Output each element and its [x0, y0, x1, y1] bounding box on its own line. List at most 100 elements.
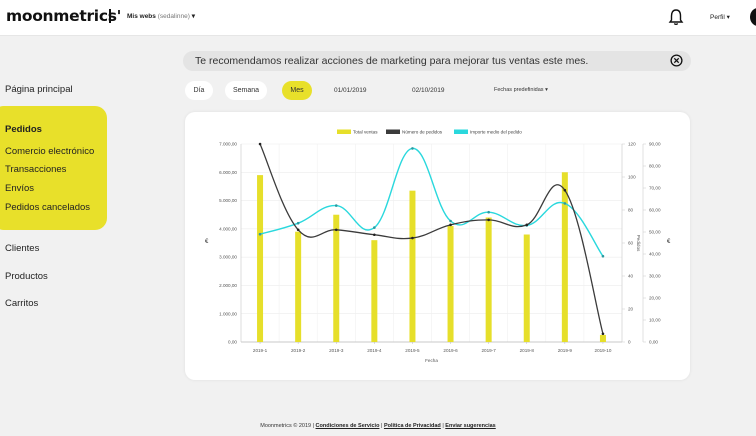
close-icon[interactable]	[670, 54, 683, 67]
sidebar: Página principal Pedidos Comercio electr…	[0, 0, 180, 436]
point-numero-pedidos	[449, 223, 452, 227]
predefined-dates-select[interactable]: Fechas predefinidas ▾	[494, 87, 548, 93]
x-tick-label: 2019-1	[253, 348, 268, 353]
sidebar-item-pedidos[interactable]: Pedidos	[5, 124, 42, 135]
x-tick-label: 2019-2	[291, 348, 306, 353]
point-numero-pedidos	[411, 236, 414, 240]
x-tick-label: 2019-3	[329, 348, 344, 353]
sidebar-item-clientes[interactable]: Clientes	[5, 243, 39, 254]
sidebar-item-productos[interactable]: Productos	[5, 271, 48, 282]
y-tick-label: 5.000,00	[219, 198, 237, 203]
point-numero-pedidos	[563, 188, 567, 192]
legend-label: Total ventas	[353, 130, 378, 135]
bar-total-ventas	[599, 334, 606, 342]
profile-label: Perfil	[710, 14, 725, 21]
legend-label: Importe medio del pedido	[470, 130, 522, 135]
y3-tick-label: 0,00	[649, 340, 658, 345]
footer-separator: |	[380, 423, 383, 429]
y2-tick-label: 20	[628, 307, 634, 312]
y3-tick-label: 50,00	[649, 230, 661, 235]
y-tick-label: 7.000,00	[219, 142, 237, 147]
x-tick-label: 2019-10	[595, 348, 612, 353]
y-tick-label: 1.000,00	[219, 311, 237, 316]
y-tick-label: 3.000,00	[219, 255, 237, 260]
point-importe-medio	[296, 221, 300, 225]
recommendation-alert: Te recomendamos realizar acciones de mar…	[183, 51, 691, 71]
legend-swatch	[337, 129, 351, 134]
bar-total-ventas	[523, 234, 530, 342]
bar-total-ventas	[485, 217, 492, 342]
y2-tick-label: 120	[628, 142, 636, 147]
bar-total-ventas	[333, 214, 340, 342]
legend-swatch	[386, 129, 400, 134]
bar-total-ventas	[295, 231, 302, 342]
x-tick-label: 2019-6	[443, 348, 458, 353]
point-importe-medio	[334, 204, 338, 207]
y2-tick-label: 60	[628, 241, 634, 246]
y3-axis-label: €	[667, 239, 671, 245]
y3-tick-label: 30,00	[649, 274, 661, 279]
chevron-down-icon: ▾	[545, 87, 548, 93]
point-importe-medio	[258, 232, 262, 236]
legend-swatch	[454, 129, 468, 134]
profile-menu[interactable]: Perfil ▾	[710, 13, 730, 21]
bar-total-ventas	[257, 175, 264, 342]
sales-chart-card: 0,00 1.000,00 2.000,00 3.000,00 4.000,00 5.00…	[185, 112, 690, 380]
point-numero-pedidos	[525, 223, 529, 227]
y3-tick-label: 40,00	[649, 252, 661, 257]
bell-icon[interactable]	[668, 8, 684, 26]
y-tick-label: 4.000,00	[219, 226, 237, 231]
filter-semana-button[interactable]: Semana	[225, 81, 267, 100]
chevron-down-icon: ▾	[726, 14, 730, 21]
chevron-down-icon: ▾	[191, 13, 195, 20]
x-tick-label: 2019-7	[481, 348, 496, 353]
filter-mes-button[interactable]: Mes	[282, 81, 312, 100]
x-axis-title: Fecha	[425, 358, 438, 363]
date-from[interactable]: 01/01/2019	[334, 87, 367, 94]
point-numero-pedidos	[487, 218, 490, 222]
point-importe-medio	[563, 202, 567, 205]
privacy-link[interactable]: Política de Privacidad	[384, 423, 441, 429]
footer: Moonmetrics © 2019 | Condiciones de Serv…	[0, 423, 756, 429]
suggestions-link[interactable]: Enviar sugerencias	[445, 423, 495, 429]
y-tick-label: 0,00	[228, 340, 237, 345]
filter-dia-button[interactable]: Día	[185, 81, 213, 100]
footer-separator: |	[442, 423, 444, 429]
point-numero-pedidos	[258, 142, 262, 146]
x-tick-label: 2019-9	[558, 348, 573, 353]
point-numero-pedidos	[601, 332, 605, 336]
footer-copyright: Moonmetrics © 2019 |	[260, 423, 315, 429]
y3-tick-label: 80,00	[649, 164, 661, 169]
date-to[interactable]: 02/10/2019	[412, 87, 445, 94]
terms-link[interactable]: Condiciones de Servicio	[316, 423, 380, 429]
x-tick-label: 2019-4	[367, 348, 382, 353]
sidebar-item-ecommerce[interactable]: Comercio electrónico	[5, 146, 94, 157]
avatar[interactable]	[750, 8, 756, 26]
y2-axis-label: Pedidos	[636, 235, 641, 252]
bar-total-ventas	[371, 240, 378, 342]
point-importe-medio	[373, 226, 376, 229]
alert-text: Te recomendamos realizar acciones de mar…	[195, 55, 589, 67]
bar-total-ventas	[447, 226, 454, 342]
y3-tick-label: 20,00	[649, 296, 661, 301]
point-importe-medio	[411, 147, 414, 150]
sidebar-item-cancelados[interactable]: Pedidos cancelados	[5, 202, 90, 213]
y2-tick-label: 100	[628, 175, 636, 180]
point-importe-medio	[601, 254, 605, 258]
y-tick-label: 2.000,00	[219, 283, 237, 288]
bar-total-ventas	[409, 190, 416, 342]
legend-label: Número de pedidos	[402, 130, 443, 135]
sidebar-item-envios[interactable]: Envíos	[5, 183, 34, 194]
y2-tick-label: 40	[628, 274, 634, 279]
sidebar-item-main[interactable]: Página principal	[5, 84, 73, 95]
y3-tick-label: 70,00	[649, 186, 661, 191]
x-tick-label: 2019-8	[520, 348, 535, 353]
y3-tick-label: 90,00	[649, 142, 661, 147]
sidebar-item-carritos[interactable]: Carritos	[5, 298, 38, 309]
y-axis-label: €	[205, 239, 209, 245]
sidebar-item-transacciones[interactable]: Transacciones	[5, 164, 66, 175]
y3-tick-label: 60,00	[649, 208, 661, 213]
point-numero-pedidos	[334, 228, 338, 232]
sales-chart: 0,00 1.000,00 2.000,00 3.000,00 4.000,00 5.00…	[205, 129, 671, 363]
y2-tick-label: 80	[628, 208, 634, 213]
